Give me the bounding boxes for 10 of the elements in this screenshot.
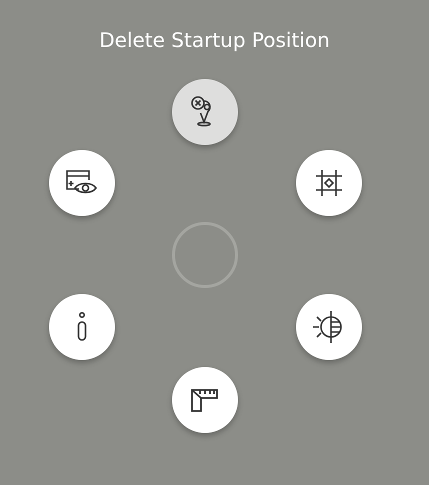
loading-ring [172,222,238,288]
info-icon [75,311,89,343]
crop-frame-icon [314,168,344,198]
menu-title: Delete Startup Position [98,28,331,52]
menu-button[interactable] [172,79,238,145]
menu-button[interactable] [49,150,115,216]
menu-button[interactable] [296,294,362,360]
menu-button[interactable] [172,367,238,433]
menu-button[interactable] [296,150,362,216]
ruler-icon [190,387,220,413]
